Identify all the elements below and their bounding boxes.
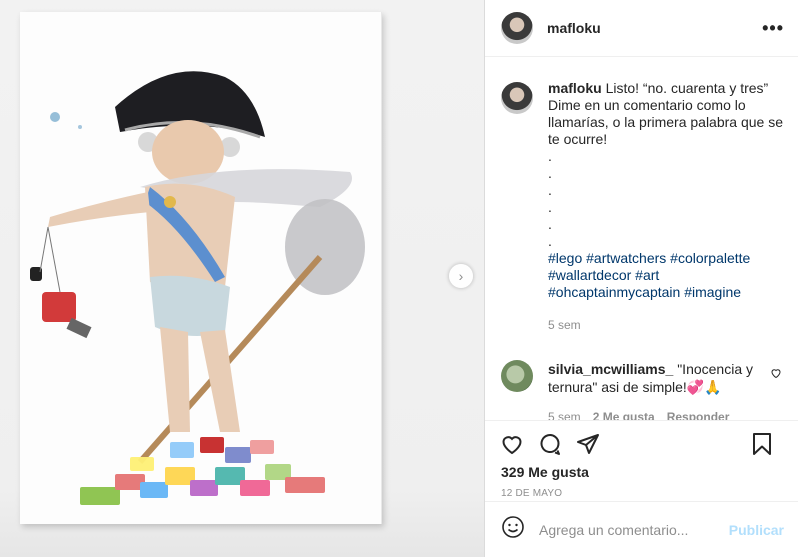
likes-count[interactable]: 329 Me gusta xyxy=(485,461,798,480)
bookmark-icon[interactable] xyxy=(750,432,774,456)
hashtag-line[interactable]: #wallartdecor #art xyxy=(548,267,659,283)
post-sidebar: mafloku ••• mafloku Listo! “no. cuarenta… xyxy=(484,0,798,557)
share-icon[interactable] xyxy=(576,432,600,456)
avatar[interactable] xyxy=(501,360,533,392)
post-actions: 329 Me gusta 12 DE MAYO Agrega un coment… xyxy=(485,420,798,557)
caption-dot: . xyxy=(548,199,552,215)
chevron-right-icon: › xyxy=(458,268,464,284)
post-date[interactable]: 12 DE MAYO xyxy=(485,480,798,499)
add-comment-bar: Agrega un comentario... Publicar xyxy=(485,501,798,557)
comment-like-heart-icon[interactable] xyxy=(770,366,782,384)
comment-item: silvia_mcwilliams_ "Inocencia y ternura"… xyxy=(501,360,784,420)
comment-likes[interactable]: 2 Me gusta xyxy=(593,408,655,420)
avatar[interactable] xyxy=(501,12,533,44)
post-header: mafloku ••• xyxy=(485,0,798,57)
heart-icon[interactable] xyxy=(500,432,524,456)
comments-section[interactable]: mafloku Listo! “no. cuarenta y tres” Dim… xyxy=(485,58,798,420)
comment-username[interactable]: silvia_mcwilliams_ xyxy=(548,361,673,377)
caption-username[interactable]: mafloku xyxy=(548,80,602,96)
hashtag-line[interactable]: #ohcaptainmycaptain #imagine xyxy=(548,284,741,300)
emoji-icon[interactable] xyxy=(501,515,525,544)
comment-icon[interactable] xyxy=(538,432,562,456)
caption-dot: . xyxy=(548,233,552,249)
artwork-image xyxy=(20,12,382,524)
comment-input[interactable]: Agrega un comentario... xyxy=(539,522,729,538)
more-options-icon[interactable]: ••• xyxy=(762,18,784,39)
next-image-button[interactable]: › xyxy=(449,264,473,288)
comment-time[interactable]: 5 sem xyxy=(548,408,581,420)
reply-button[interactable]: Responder xyxy=(667,408,730,420)
avatar[interactable] xyxy=(501,82,533,114)
caption-dot: . xyxy=(548,148,552,164)
post-media[interactable]: › xyxy=(0,0,484,557)
caption: mafloku Listo! “no. cuarenta y tres” Dim… xyxy=(501,80,784,334)
hashtag-line[interactable]: #lego #artwatchers #colorpalette xyxy=(548,250,750,266)
header-username[interactable]: mafloku xyxy=(547,20,762,36)
hashtags: #lego #artwatchers #colorpalette #wallar… xyxy=(548,250,784,301)
publish-button[interactable]: Publicar xyxy=(729,522,784,538)
caption-dot: . xyxy=(548,165,552,181)
caption-dot: . xyxy=(548,216,552,232)
caption-time[interactable]: 5 sem xyxy=(548,317,784,334)
caption-dot: . xyxy=(548,182,552,198)
